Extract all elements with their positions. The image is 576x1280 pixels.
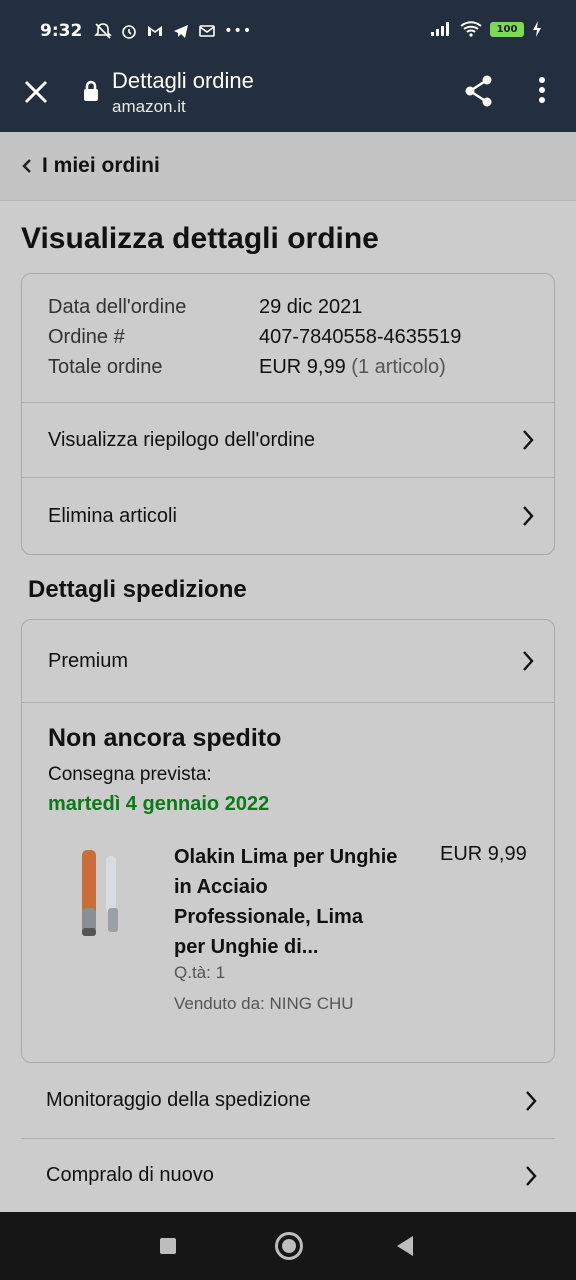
bell-off-icon <box>94 23 113 39</box>
order-total-value: EUR 9,99 <box>259 356 346 378</box>
product-image[interactable] <box>78 848 130 940</box>
chevron-right-icon <box>526 1090 537 1111</box>
order-date-label: Data dell'ordine <box>48 296 187 318</box>
shipment-card: Premium Non ancora spedito Consegna prev… <box>21 619 555 1063</box>
chevron-right-icon <box>523 651 534 671</box>
order-total-label: Totale ordine <box>48 356 163 378</box>
chevron-right-icon <box>523 506 534 526</box>
shipping-speed-row[interactable]: Premium <box>22 620 554 702</box>
page-title-bar: Dettagli ordine <box>112 68 254 93</box>
order-info-card: Data dell'ordine 29 dic 2021 Ordine # 40… <box>21 273 555 555</box>
chevron-right-icon <box>523 430 534 450</box>
buy-again-row[interactable]: Compralo di nuovo <box>21 1138 555 1213</box>
track-shipment-label: Monitoraggio della spedizione <box>46 1089 311 1111</box>
home-icon[interactable] <box>275 1232 303 1260</box>
breadcrumb-label: I miei ordini <box>42 154 160 177</box>
gmail-icon <box>148 26 163 36</box>
order-date-value: 29 dic 2021 <box>259 296 363 318</box>
shipping-speed-label: Premium <box>48 649 129 672</box>
more-notifications-icon: ••• <box>224 23 253 39</box>
track-shipment-row[interactable]: Monitoraggio della spedizione <box>21 1063 555 1138</box>
chevron-left-icon <box>22 159 31 173</box>
order-number-value: 407-7840558-4635519 <box>259 326 462 348</box>
status-time: 9:32 <box>40 21 83 41</box>
chevron-right-icon <box>526 1165 537 1186</box>
delivery-estimate-label: Consegna prevista: <box>48 764 212 785</box>
share-icon[interactable] <box>463 74 495 108</box>
shipping-section-title: Dettagli spedizione <box>28 576 247 603</box>
telegram-icon <box>174 25 189 38</box>
recents-icon[interactable] <box>160 1238 176 1254</box>
view-order-summary-row[interactable]: Visualizza riepilogo dell'ordine <box>22 403 554 477</box>
more-vert-icon[interactable] <box>538 76 546 104</box>
page-heading: Visualizza dettagli ordine <box>21 222 379 255</box>
battery-icon: 100 <box>490 21 524 37</box>
product-title-link[interactable]: Olakin Lima per Unghie in Acciaio Profes… <box>174 842 399 962</box>
view-order-summary-label: Visualizza riepilogo dell'ordine <box>48 428 315 451</box>
battery-level: 100 <box>496 23 518 35</box>
alarm-icon <box>122 25 137 39</box>
product-quantity: Q.tà: 1 <box>174 963 226 982</box>
status-bar: 9:32 ••• 100 <box>0 0 576 62</box>
delivery-estimate-date: martedì 4 gennaio 2022 <box>48 793 270 815</box>
product-price: EUR 9,99 <box>440 843 527 865</box>
wifi-icon <box>460 21 482 37</box>
buy-again-label: Compralo di nuovo <box>46 1164 214 1186</box>
delete-items-label: Elimina articoli <box>48 504 177 527</box>
order-total: EUR 9,99 (1 articolo) <box>259 356 446 379</box>
order-total-items: (1 articolo) <box>351 356 446 378</box>
browser-app-bar: Dettagli ordine amazon.it <box>0 62 576 132</box>
breadcrumb-my-orders[interactable]: I miei ordini <box>0 132 576 201</box>
divider <box>22 702 554 703</box>
order-number-label: Ordine # <box>48 326 125 348</box>
back-icon[interactable] <box>397 1236 413 1256</box>
signal-icon <box>431 22 449 36</box>
system-nav-bar <box>0 1212 576 1280</box>
delete-items-row[interactable]: Elimina articoli <box>22 478 554 554</box>
lock-icon <box>84 80 98 101</box>
outlook-icon <box>199 25 216 37</box>
product-seller: Venduto da: NING CHU <box>174 994 354 1013</box>
shipment-status: Non ancora spedito <box>48 724 282 752</box>
system-icons: 100 <box>430 21 542 37</box>
close-icon[interactable] <box>22 78 50 106</box>
url-label: amazon.it <box>112 97 186 116</box>
notification-icons: ••• <box>94 22 252 40</box>
charging-icon <box>533 21 541 37</box>
